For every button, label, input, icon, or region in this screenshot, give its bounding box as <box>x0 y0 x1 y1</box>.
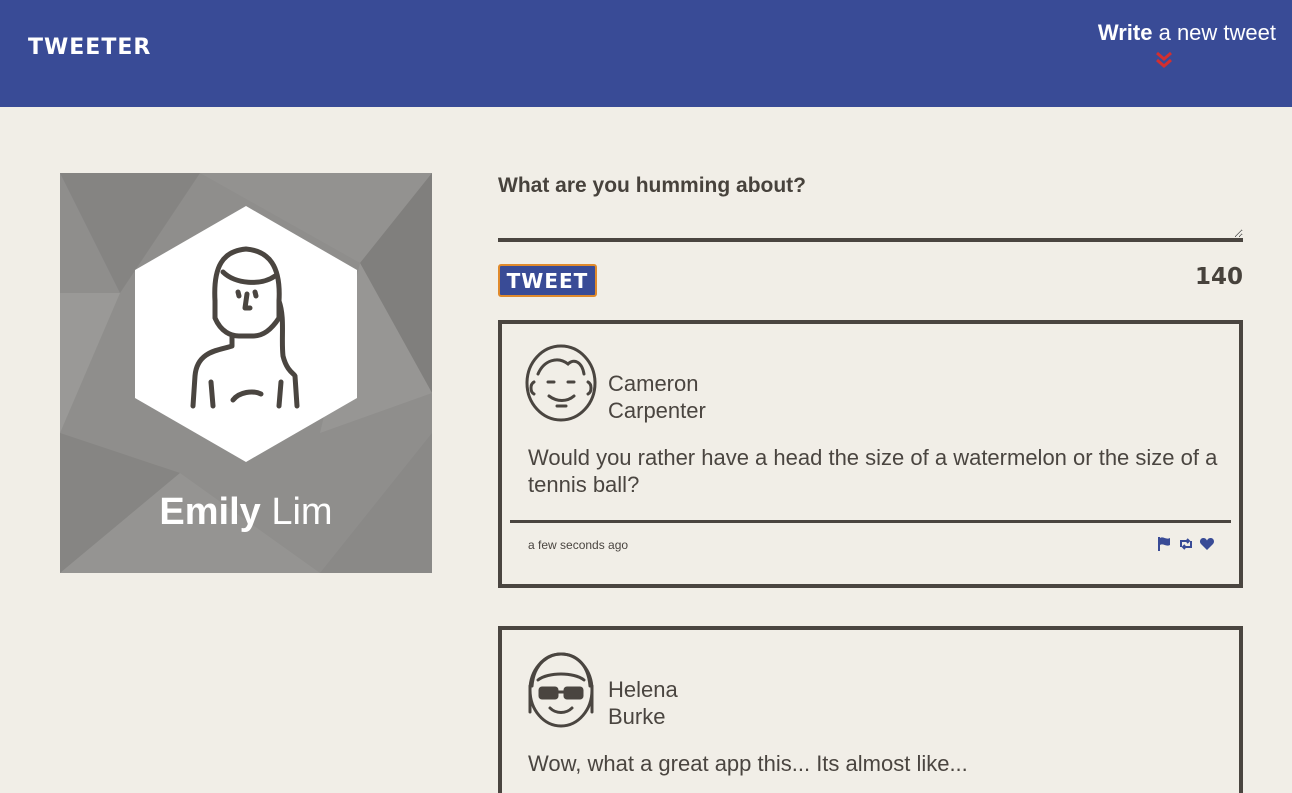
brand-logo[interactable]: TWEETER <box>28 35 151 60</box>
write-new-tweet-label[interactable]: Write a new tweet <box>1076 20 1276 46</box>
tweet-body: Would you rather have a head the size of… <box>528 445 1218 497</box>
double-chevron-down-icon[interactable] <box>1155 51 1173 69</box>
tweet-text-input[interactable] <box>498 208 1243 242</box>
tweet-body: Wow, what a great app this... Its almost… <box>528 751 968 776</box>
heart-icon[interactable] <box>1199 536 1215 552</box>
profile-first-name: Emily <box>159 491 261 533</box>
write-label-rest: a new tweet <box>1152 20 1276 45</box>
write-new-tweet-toggle[interactable]: Write a new tweet <box>1076 20 1276 75</box>
girl-sunglasses-avatar-icon <box>528 652 594 728</box>
boy-avatar-icon <box>525 344 597 422</box>
profile-name: Emily Lim <box>60 491 432 534</box>
author-last-name: Carpenter <box>608 398 706 423</box>
flag-icon[interactable] <box>1156 536 1172 552</box>
top-nav-bar: TWEETER Write a new tweet <box>0 0 1292 107</box>
author-first-name: Helena <box>608 677 678 702</box>
tweet-author: Helena Burke <box>608 676 908 730</box>
tweet-author: Cameron Carpenter <box>608 370 908 424</box>
tweet-divider <box>510 520 1231 523</box>
retweet-icon[interactable] <box>1178 536 1194 552</box>
write-label-bold: Write <box>1097 20 1153 45</box>
tweet-button[interactable]: TWEET <box>498 264 597 297</box>
author-first-name: Cameron <box>608 371 699 396</box>
tweet-card: Helena Burke Wow, what a great app this.… <box>498 626 1243 793</box>
profile-last-name: Lim <box>271 491 333 533</box>
tweet-actions <box>1155 536 1215 552</box>
character-counter: 140 <box>1194 264 1243 290</box>
composer-prompt: What are you humming about? <box>498 174 806 197</box>
tweet-timestamp: a few seconds ago <box>528 538 629 552</box>
tweet-card: Cameron Carpenter Would you rather have … <box>498 320 1243 588</box>
profile-card: Emily Lim <box>60 173 432 573</box>
author-last-name: Burke <box>608 704 666 729</box>
girl-avatar-icon <box>135 206 357 462</box>
